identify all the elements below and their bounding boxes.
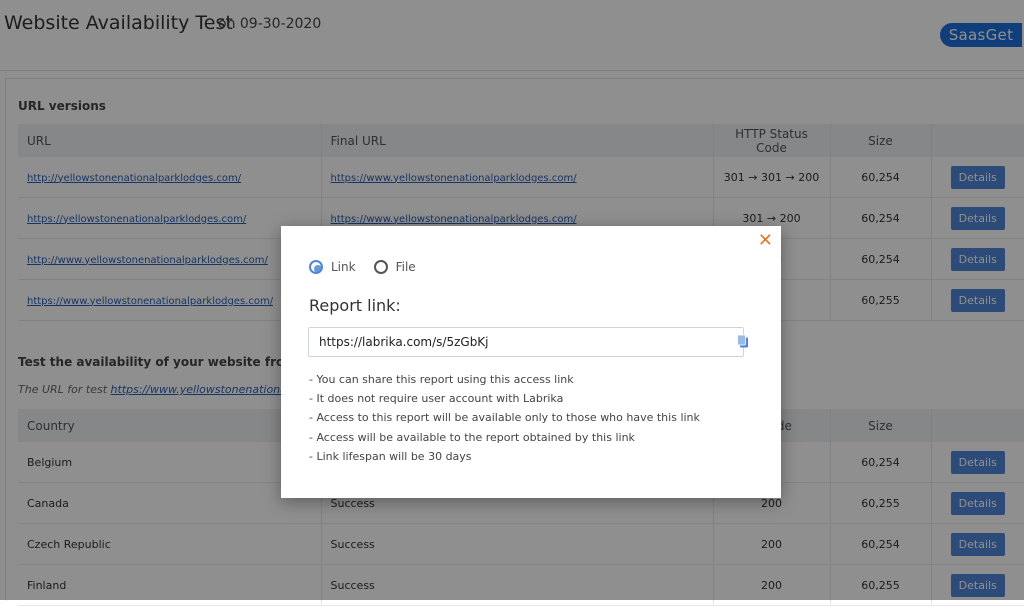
note-item: - Access will be available to the report… [309, 430, 635, 444]
share-type-radio-group: Link File [309, 260, 434, 274]
share-report-dialog: ✕ Link File Report link: https://labrika… [281, 226, 781, 498]
file-radio-label[interactable]: File [396, 260, 416, 274]
note-item: - It does not require user account with … [309, 392, 564, 406]
report-link-heading: Report link: [309, 296, 401, 315]
close-icon[interactable]: ✕ [758, 230, 773, 251]
note-item: - You can share this report using this a… [309, 373, 574, 386]
report-link-field[interactable]: https://labrika.com/s/5zGbKj [308, 327, 744, 357]
note-item: - Link lifespan will be 30 days [309, 449, 472, 463]
link-radio-label[interactable]: Link [331, 260, 356, 274]
copy-icon[interactable] [736, 334, 750, 348]
notes-list: - You can share this report using this a… [309, 370, 700, 466]
file-radio[interactable] [373, 260, 388, 274]
note-item: - Access to this report will be availabl… [309, 411, 700, 425]
link-radio[interactable] [309, 260, 323, 274]
page: Website Availability Test on 09-30-2020 … [0, 0, 1024, 606]
